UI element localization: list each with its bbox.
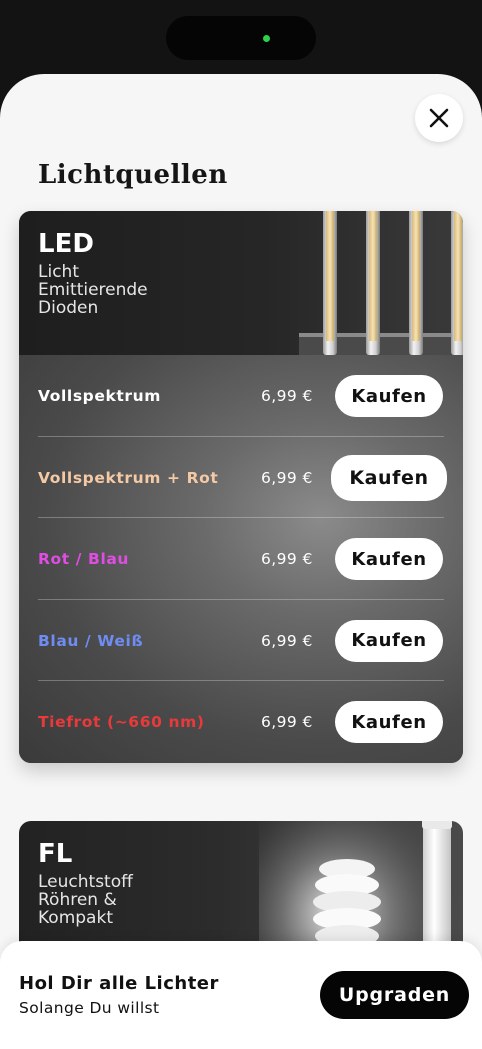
camera-indicator-dot bbox=[263, 35, 270, 42]
product-price: 6,99 € bbox=[261, 631, 313, 650]
dynamic-island bbox=[166, 16, 316, 60]
page-title: Lichtquellen bbox=[38, 160, 228, 190]
buy-button[interactable]: Kaufen bbox=[335, 701, 443, 744]
upgrade-button[interactable]: Upgraden bbox=[320, 971, 469, 1019]
buy-button[interactable]: Kaufen bbox=[335, 619, 443, 662]
fl-subtitle-line: Leuchtstoff bbox=[38, 872, 133, 892]
modal-sheet: Lichtquellen LED Licht Emittierende Diod… bbox=[0, 74, 482, 1049]
led-card-title: LED bbox=[38, 229, 94, 259]
fl-subtitle-line: Röhren & bbox=[38, 890, 117, 910]
fl-subtitle-line: Kompakt bbox=[38, 908, 113, 928]
product-price: 6,99 € bbox=[261, 550, 313, 569]
close-button[interactable] bbox=[415, 94, 463, 142]
close-icon bbox=[429, 108, 449, 128]
price-row-vollspektrum-rot: Vollspektrum + Rot 6,99 € Kaufen bbox=[19, 437, 463, 519]
product-label: Tiefrot (~660 nm) bbox=[38, 713, 205, 732]
fl-card-subtitle: Leuchtstoff Röhren & Kompakt bbox=[38, 873, 133, 927]
price-row-rot-blau: Rot / Blau 6,99 € Kaufen bbox=[19, 518, 463, 600]
buy-button[interactable]: Kaufen bbox=[335, 375, 443, 417]
led-card: LED Licht Emittierende Dioden Vollspektr… bbox=[19, 211, 463, 763]
buy-button[interactable]: Kaufen bbox=[335, 538, 443, 581]
led-card-subtitle: Licht Emittierende Dioden bbox=[38, 263, 148, 317]
product-price: 6,99 € bbox=[261, 713, 313, 732]
led-subtitle-line: Dioden bbox=[38, 298, 99, 318]
led-tubes-image bbox=[299, 211, 463, 355]
led-subtitle-line: Emittierende bbox=[38, 280, 148, 300]
promo-subtitle: Solange Du willst bbox=[19, 999, 160, 1017]
price-row-vollspektrum: Vollspektrum 6,99 € Kaufen bbox=[19, 355, 463, 437]
product-label: Rot / Blau bbox=[38, 550, 130, 569]
product-label: Blau / Weiß bbox=[38, 631, 144, 650]
price-row-tiefrot: Tiefrot (~660 nm) 6,99 € Kaufen bbox=[19, 681, 463, 763]
product-label: Vollspektrum bbox=[38, 387, 162, 405]
upgrade-promo-bar: Hol Dir alle Lichter Solange Du willst U… bbox=[0, 941, 482, 1049]
promo-title: Hol Dir alle Lichter bbox=[19, 973, 219, 994]
product-price: 6,99 € bbox=[261, 468, 313, 487]
product-price: 6,99 € bbox=[261, 387, 313, 405]
product-label: Vollspektrum + Rot bbox=[38, 468, 219, 487]
led-price-list: Vollspektrum 6,99 € Kaufen Vollspektrum … bbox=[19, 355, 463, 763]
fl-card-title: FL bbox=[38, 839, 73, 869]
buy-button[interactable]: Kaufen bbox=[331, 454, 447, 501]
price-row-blau-weiss: Blau / Weiß 6,99 € Kaufen bbox=[19, 600, 463, 682]
led-subtitle-line: Licht bbox=[38, 262, 79, 282]
